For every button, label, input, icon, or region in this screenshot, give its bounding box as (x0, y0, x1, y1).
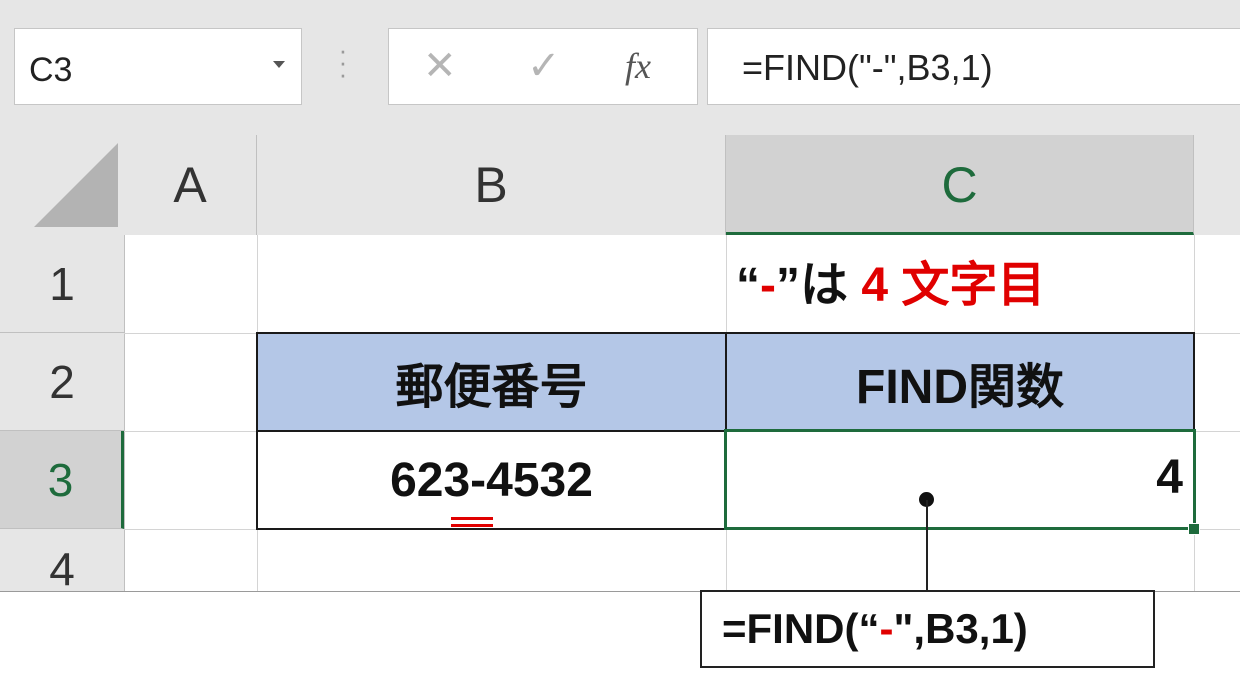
column-header-c[interactable]: C (726, 135, 1194, 235)
excel-window: C3 · · · ✕ ✓ fx =FIND("-",B3,1) A B C 1 2 … (0, 0, 1240, 592)
column-header-d[interactable] (1194, 135, 1240, 235)
gridline (124, 235, 125, 591)
dash-underline (451, 517, 493, 520)
column-header-a[interactable]: A (124, 135, 257, 235)
formula-buttons: ✕ ✓ fx (388, 28, 698, 105)
formula-callout: =FIND(“-",B3,1) (700, 590, 1155, 668)
callout-leader-line (926, 500, 928, 592)
dash-underline (451, 524, 493, 527)
row-header-3[interactable]: 3 (0, 431, 124, 529)
annotation-text: “-”は 4 文字目 (736, 259, 1046, 312)
cell-c3[interactable]: 4 (724, 429, 1196, 530)
fill-handle[interactable] (1188, 523, 1200, 535)
row-header-2[interactable]: 2 (0, 333, 124, 431)
insert-function-icon[interactable]: fx (625, 45, 651, 87)
cancel-icon[interactable]: ✕ (423, 43, 457, 89)
row-header-1[interactable]: 1 (0, 235, 124, 333)
select-all-triangle-icon (34, 143, 118, 227)
column-header-b[interactable]: B (257, 135, 726, 235)
cell-b3[interactable]: 623-4532 (256, 430, 727, 530)
name-box[interactable]: C3 (14, 28, 302, 105)
enter-icon[interactable]: ✓ (527, 43, 561, 89)
worksheet-grid: A B C 1 2 3 4 郵便番号 FIND関数 623-4532 4 (0, 135, 1240, 591)
select-all-button[interactable] (0, 135, 124, 235)
formula-input[interactable]: =FIND("-",B3,1) (707, 28, 1240, 105)
cell-b2[interactable]: 郵便番号 (256, 332, 727, 432)
row-header-4[interactable]: 4 (0, 529, 124, 591)
drag-handle-icon[interactable]: · · · (338, 37, 348, 87)
chevron-down-icon[interactable] (273, 61, 285, 68)
cell-c2[interactable]: FIND関数 (725, 332, 1195, 432)
formula-text: =FIND("-",B3,1) (742, 47, 993, 88)
name-box-value: C3 (29, 51, 73, 89)
